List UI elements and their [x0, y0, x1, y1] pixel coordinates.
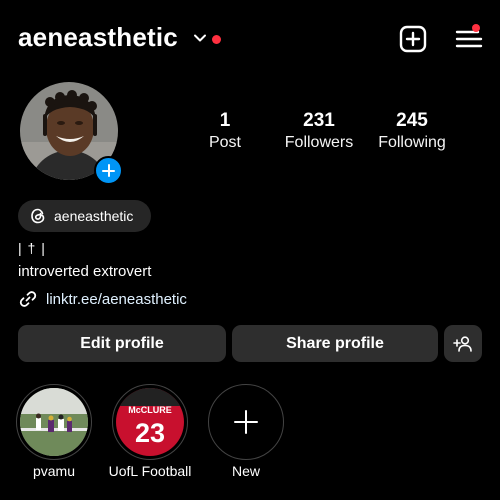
- create-post-icon[interactable]: [398, 24, 428, 54]
- account-notification-dot: [212, 35, 221, 44]
- highlight-label-pvamu: pvamu: [32, 463, 76, 479]
- threads-icon: [31, 208, 45, 224]
- following-stat[interactable]: 245 Following: [357, 110, 467, 154]
- add-story-button[interactable]: [94, 156, 123, 185]
- plus-icon: [234, 410, 258, 434]
- discover-people-button[interactable]: [444, 325, 482, 362]
- highlight-uofl-thumbnail: McCLURE 23: [116, 388, 184, 456]
- threads-badge[interactable]: aeneasthetic: [18, 200, 151, 232]
- edit-profile-button[interactable]: Edit profile: [18, 325, 226, 362]
- jersey-number: 23: [135, 418, 165, 448]
- bio-line-2: introverted extrovert: [18, 263, 152, 280]
- following-label: Following: [378, 134, 446, 151]
- highlight-label-new: New: [231, 463, 260, 479]
- bio-link[interactable]: linktr.ee/aeneasthetic: [18, 289, 187, 309]
- menu-notification-dot: [472, 24, 480, 32]
- threads-handle: aeneasthetic: [54, 208, 134, 224]
- share-profile-button[interactable]: Share profile: [232, 325, 438, 362]
- new-highlight-button[interactable]: [208, 384, 284, 460]
- link-icon: [19, 291, 37, 307]
- bio-line-1: | † |: [18, 240, 46, 256]
- highlight-label-uofl: UofL Football: [108, 463, 192, 479]
- highlight-uofl-football[interactable]: McCLURE 23: [112, 384, 188, 460]
- highlight-pvamu-thumbnail: [20, 388, 88, 456]
- profile-username[interactable]: aeneasthetic: [18, 22, 178, 53]
- bio-link-text: linktr.ee/aeneasthetic: [46, 290, 187, 308]
- chevron-down-icon[interactable]: [193, 31, 207, 45]
- highlight-pvamu[interactable]: [16, 384, 92, 460]
- following-count: 245: [396, 110, 428, 131]
- jersey-name: McCLURE: [128, 405, 172, 415]
- add-person-icon: [453, 335, 472, 352]
